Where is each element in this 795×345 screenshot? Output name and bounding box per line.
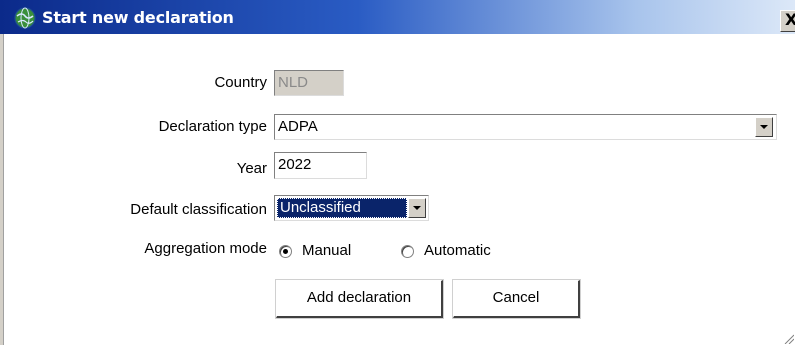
chevron-down-icon[interactable] [408,198,426,218]
declaration-type-label: Declaration type [158,118,267,135]
default-classification-label: Default classification [130,201,267,218]
country-label: Country [214,74,267,91]
country-field: NLD [274,70,344,96]
title-bar[interactable]: Start new declaration X [0,0,795,34]
automatic-radio[interactable] [401,245,414,258]
manual-radio[interactable] [279,245,292,258]
chevron-down-icon[interactable] [755,117,773,137]
declaration-type-dropdown[interactable]: ADPA [274,114,777,140]
window-title: Start new declaration [42,8,234,27]
add-declaration-button[interactable]: Add declaration [275,279,444,319]
year-input[interactable]: 2022 [274,152,367,179]
manual-radio-label[interactable]: Manual [302,242,351,259]
start-new-declaration-dialog: Start new declaration X Country NLD Decl… [0,0,795,345]
default-classification-value: Unclassified [277,198,407,218]
resize-grip-icon[interactable] [782,332,794,344]
cancel-button[interactable]: Cancel [452,279,581,319]
globe-icon [14,7,36,29]
year-label: Year [236,160,267,177]
aggregation-mode-label: Aggregation mode [144,240,267,257]
close-button[interactable]: X [780,10,795,32]
declaration-type-value: ADPA [278,118,318,135]
window-border [0,34,4,345]
default-classification-dropdown[interactable]: Unclassified [274,195,429,221]
automatic-radio-label[interactable]: Automatic [424,242,491,259]
